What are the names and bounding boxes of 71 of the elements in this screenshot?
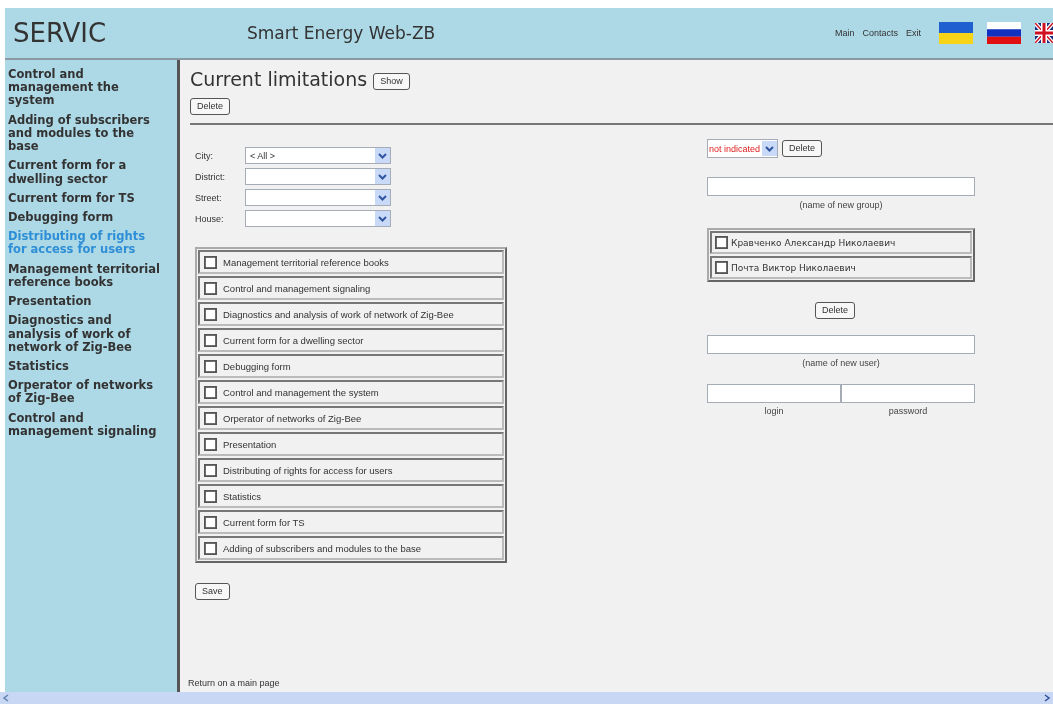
dropdown-field[interactable]	[245, 189, 391, 206]
field-label: District:	[195, 171, 226, 182]
checkbox[interactable]	[204, 359, 217, 373]
checkbox[interactable]	[204, 411, 217, 425]
permission-label: Debugging form	[223, 360, 291, 372]
field-label: Street:	[195, 192, 223, 203]
permission-label: Diagnostics and analysis of work of network of Zig-Bee	[223, 308, 454, 320]
main-page-link[interactable]: Return on a main page	[188, 678, 280, 688]
sidebar-link[interactable]: Current form for a dwelling sector	[8, 159, 167, 186]
delete-button[interactable]: Delete	[190, 98, 230, 115]
permission-label: Statistics	[223, 490, 261, 502]
user-name: Кравченко Александр Николаевич	[731, 237, 896, 248]
checkbox[interactable]	[204, 437, 217, 451]
dropdown-field[interactable]	[245, 168, 391, 185]
checkbox[interactable]	[204, 281, 217, 295]
permission-label: Current form for a dwelling sector	[223, 334, 364, 346]
delete-button[interactable]: Delete	[782, 140, 823, 157]
flag-icon[interactable]	[987, 22, 1021, 44]
checkbox[interactable]	[715, 236, 728, 249]
flag-icon[interactable]	[1035, 23, 1053, 43]
save-button[interactable]: Save	[195, 583, 230, 600]
group-select[interactable]: not indicated	[707, 139, 779, 158]
field-caption: (name of new user)	[801, 358, 881, 368]
dropdown-field[interactable]: < All >	[245, 147, 391, 164]
login-field[interactable]	[707, 384, 841, 403]
site-logo: SERVIC	[12, 18, 108, 48]
field-label: City:	[195, 150, 214, 161]
checkbox[interactable]	[204, 463, 217, 477]
sidebar-link[interactable]: Adding of subscribers and modules to the base	[8, 113, 167, 154]
sidebar-link[interactable]: Debugging form	[8, 210, 167, 225]
field-caption: (name of new group)	[798, 200, 884, 210]
nav-link[interactable]: Exit	[906, 28, 921, 38]
permission-label: Adding of subscribers and modules to the base	[223, 542, 422, 554]
user-name: Почта Виктор Николаевич	[731, 262, 856, 273]
show-button[interactable]: Show	[373, 73, 410, 90]
user-name-field[interactable]	[707, 335, 975, 354]
password-field[interactable]	[841, 384, 975, 403]
sidebar-link[interactable]: Presentation	[8, 295, 167, 309]
checkbox[interactable]	[204, 489, 217, 503]
horizontal-scrollbar[interactable]	[0, 692, 1053, 704]
permission-label: Management territorial reference books	[223, 256, 389, 268]
field-caption: password	[887, 406, 929, 416]
sidebar-link[interactable]: Orperator of networks of Zig-Bee	[8, 379, 167, 406]
sidebar-link[interactable]: Control and management signaling	[8, 411, 167, 439]
checkbox[interactable]	[715, 261, 728, 274]
field-caption: login	[763, 406, 785, 416]
permission-label: Distributing of rights for access for users	[223, 464, 393, 476]
permission-label: Presentation	[223, 438, 277, 450]
nav-link[interactable]: Contacts	[862, 28, 898, 38]
permission-label: Control and management signaling	[223, 282, 371, 294]
checkbox[interactable]	[204, 307, 217, 321]
group-name-field[interactable]	[707, 177, 975, 196]
field-label: House:	[195, 213, 225, 224]
page-heading: Current limitations	[190, 68, 368, 90]
sidebar-link[interactable]: Diagnostics and analysis of work of network of Zig-Bee	[8, 314, 167, 354]
checkbox[interactable]	[204, 385, 217, 399]
nav-link[interactable]: Main	[834, 28, 855, 38]
site-title: Smart Energy Web-ZB	[247, 23, 437, 43]
sidebar-link[interactable]: Current form for TS	[8, 191, 167, 205]
permission-label: Control and management the system	[223, 386, 379, 398]
checkbox[interactable]	[204, 541, 217, 555]
sidebar-link[interactable]: Management territorial reference books	[8, 262, 167, 290]
sidebar-link[interactable]: Control and management the system	[8, 68, 167, 108]
checkbox[interactable]	[204, 515, 217, 529]
permission-label: Current form for TS	[223, 516, 305, 528]
delete-button[interactable]: Delete	[815, 302, 855, 319]
checkbox[interactable]	[204, 255, 217, 269]
sidebar-link[interactable]: Statistics	[8, 359, 167, 374]
checkbox[interactable]	[204, 333, 217, 347]
dropdown-field[interactable]	[245, 210, 391, 227]
permission-label: Orperator of networks of Zig-Bee	[223, 412, 362, 424]
